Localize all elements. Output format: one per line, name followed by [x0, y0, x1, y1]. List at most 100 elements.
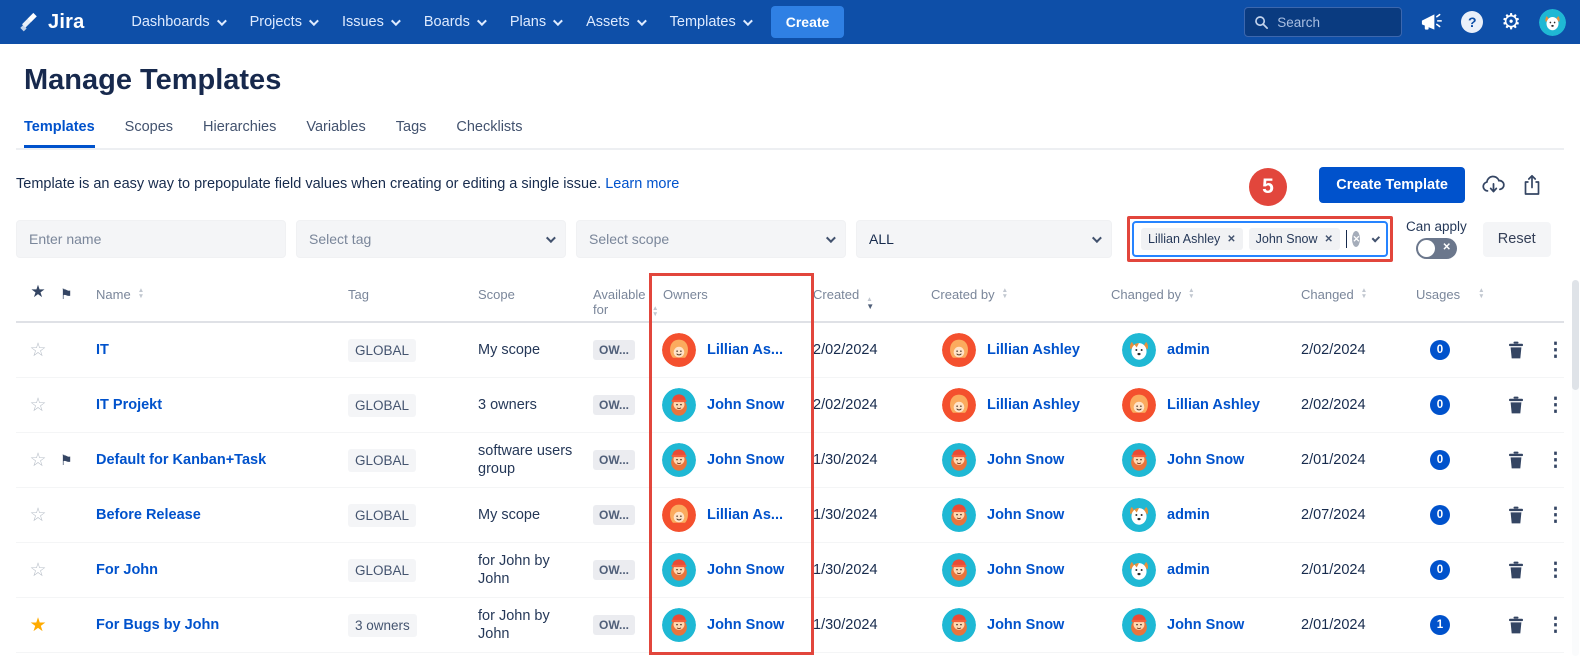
delete-button[interactable] [1508, 506, 1524, 524]
sort-icon[interactable]: ▲▼ [1188, 288, 1194, 299]
star-icon[interactable]: ☆ [29, 505, 46, 526]
changed-by-user[interactable]: admin [1111, 333, 1301, 367]
export-share-icon[interactable] [1522, 174, 1542, 196]
user-name-link[interactable]: Lillian Ashley [1167, 397, 1260, 413]
star-header-icon[interactable]: ★ [16, 284, 60, 299]
more-actions-button[interactable]: ⋮ [1546, 561, 1565, 580]
tab-checklists[interactable]: Checklists [456, 119, 522, 148]
changed-by-user[interactable]: admin [1111, 498, 1301, 532]
help-icon[interactable]: ? [1461, 11, 1483, 33]
more-actions-button[interactable]: ⋮ [1546, 396, 1565, 415]
owner-filter-multiselect[interactable]: Lillian Ashley✕ John Snow✕ ✕ [1132, 221, 1388, 257]
user-name-link[interactable]: admin [1167, 507, 1210, 523]
owner-user[interactable]: Lillian As... [651, 333, 813, 367]
global-create-button[interactable]: Create [771, 6, 845, 38]
user-name-link[interactable]: John Snow [987, 562, 1064, 578]
sort-icon[interactable]: ▲▼ [138, 288, 144, 299]
more-actions-button[interactable]: ⋮ [1546, 341, 1565, 360]
user-avatar[interactable] [1539, 9, 1566, 36]
flag-header-icon[interactable]: ⚑ [60, 287, 96, 302]
nav-item-assets[interactable]: Assets [573, 0, 657, 44]
reset-button[interactable]: Reset [1483, 222, 1551, 257]
nav-item-boards[interactable]: Boards [411, 0, 497, 44]
tab-hierarchies[interactable]: Hierarchies [203, 119, 276, 148]
name-filter-input[interactable] [29, 231, 273, 247]
more-actions-button[interactable]: ⋮ [1546, 506, 1565, 525]
sort-icon[interactable]: ▲▼ [1478, 288, 1484, 299]
available-for-chip[interactable]: OW... [593, 395, 635, 415]
delete-button[interactable] [1508, 616, 1524, 634]
name-filter[interactable] [16, 220, 286, 258]
sort-icon[interactable]: ▲▼ [1002, 288, 1008, 299]
nav-item-projects[interactable]: Projects [237, 0, 329, 44]
user-name-link[interactable]: John Snow [1167, 452, 1244, 468]
clear-selection-icon[interactable]: ✕ [1352, 231, 1360, 247]
owner-chip[interactable]: Lillian Ashley✕ [1141, 228, 1243, 250]
user-name-link[interactable]: admin [1167, 562, 1210, 578]
template-name-link[interactable]: IT [96, 342, 109, 358]
changed-by-user[interactable]: John Snow [1111, 608, 1301, 642]
created-by-user[interactable]: John Snow [931, 553, 1111, 587]
user-name-link[interactable]: Lillian Ashley [987, 342, 1080, 358]
template-name-link[interactable]: For Bugs by John [96, 617, 219, 633]
delete-button[interactable] [1508, 561, 1524, 579]
changed-by-user[interactable]: Lillian Ashley [1111, 388, 1301, 422]
sort-icon[interactable]: ▲▼ [652, 306, 658, 317]
template-name-link[interactable]: For John [96, 562, 158, 578]
nav-item-plans[interactable]: Plans [497, 0, 573, 44]
more-actions-button[interactable]: ⋮ [1546, 616, 1565, 635]
template-name-link[interactable]: Default for Kanban+Task [96, 452, 266, 468]
learn-more-link[interactable]: Learn more [605, 176, 679, 192]
star-icon[interactable]: ☆ [29, 340, 46, 361]
user-name-link[interactable]: John Snow [987, 507, 1064, 523]
user-name-link[interactable]: Lillian As... [707, 507, 783, 523]
tab-templates[interactable]: Templates [24, 119, 95, 148]
scrollbar-thumb[interactable] [1572, 280, 1579, 390]
remove-chip-icon[interactable]: ✕ [1227, 234, 1235, 245]
owner-chip[interactable]: John Snow✕ [1249, 228, 1340, 250]
sort-icon[interactable]: ▲▼ [1361, 288, 1367, 299]
nav-item-templates[interactable]: Templates [657, 0, 763, 44]
user-name-link[interactable]: admin [1167, 342, 1210, 358]
changed-by-user[interactable]: John Snow [1111, 443, 1301, 477]
create-template-button[interactable]: Create Template [1319, 167, 1465, 203]
available-for-chip[interactable]: OW... [593, 615, 635, 635]
navbar-search-box[interactable] [1244, 7, 1402, 37]
delete-button[interactable] [1508, 451, 1524, 469]
user-name-link[interactable]: John Snow [707, 617, 784, 633]
user-name-link[interactable]: Lillian Ashley [987, 397, 1080, 413]
user-name-link[interactable]: John Snow [707, 562, 784, 578]
created-by-user[interactable]: John Snow [931, 498, 1111, 532]
owner-user[interactable]: John Snow [651, 388, 813, 422]
nav-item-issues[interactable]: Issues [329, 0, 411, 44]
gear-icon[interactable]: ⚙ [1501, 11, 1521, 33]
star-icon[interactable]: ☆ [29, 560, 46, 581]
jira-logo[interactable]: Jira [18, 11, 84, 34]
star-icon[interactable]: ★ [29, 615, 46, 636]
star-icon[interactable]: ☆ [29, 395, 46, 416]
chevron-down-icon[interactable] [1372, 234, 1380, 242]
template-name-link[interactable]: Before Release [96, 507, 201, 523]
available-for-chip[interactable]: OW... [593, 340, 635, 360]
import-download-icon[interactable] [1481, 174, 1506, 197]
changed-by-user[interactable]: admin [1111, 553, 1301, 587]
available-for-chip[interactable]: OW... [593, 560, 635, 580]
sort-icon-desc[interactable]: ▲▼ [866, 288, 874, 310]
created-by-user[interactable]: Lillian Ashley [931, 388, 1111, 422]
user-name-link[interactable]: John Snow [707, 452, 784, 468]
remove-chip-icon[interactable]: ✕ [1325, 234, 1333, 245]
delete-button[interactable] [1508, 341, 1524, 359]
template-name-link[interactable]: IT Projekt [96, 397, 162, 413]
user-name-link[interactable]: John Snow [987, 452, 1064, 468]
owner-user[interactable]: Lillian As... [651, 498, 813, 532]
tag-filter-select[interactable]: Select tag [296, 220, 566, 258]
announcements-icon[interactable] [1420, 11, 1443, 33]
available-for-chip[interactable]: OW... [593, 505, 635, 525]
created-by-user[interactable]: John Snow [931, 608, 1111, 642]
tab-tags[interactable]: Tags [396, 119, 427, 148]
more-actions-button[interactable]: ⋮ [1546, 451, 1565, 470]
type-filter-select[interactable]: ALL [856, 220, 1112, 258]
star-icon[interactable]: ☆ [29, 450, 46, 471]
search-input[interactable] [1277, 15, 1387, 30]
user-name-link[interactable]: John Snow [707, 397, 784, 413]
